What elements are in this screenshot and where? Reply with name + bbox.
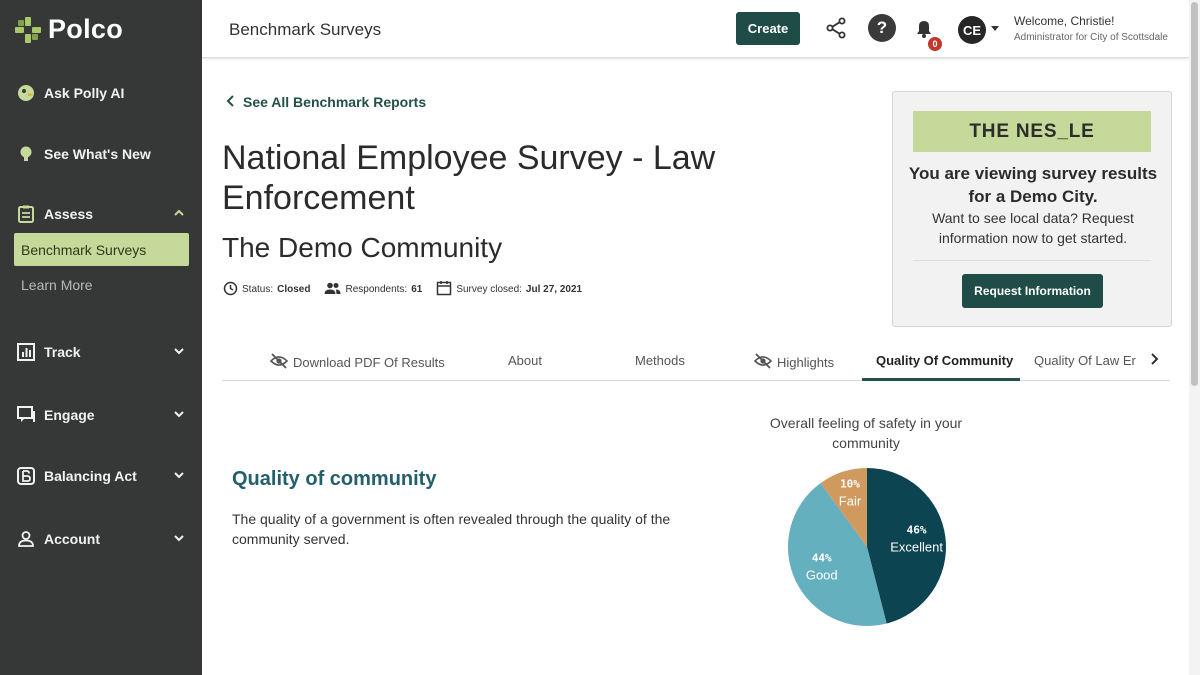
clipboard-icon: [16, 204, 36, 224]
polly-bird-icon: [16, 83, 36, 103]
survey-meta: Status: Closed Respondents: 61 Survey cl…: [223, 280, 596, 299]
chevron-down-icon: [172, 407, 186, 424]
chevron-down-icon: [172, 344, 186, 361]
status-meta: Status: Closed: [223, 281, 310, 299]
pie-category-label: Fair: [839, 494, 862, 509]
community-name: The Demo Community: [222, 232, 503, 263]
back-link[interactable]: See All Benchmark Reports: [226, 94, 426, 110]
sidebar-item-label: Balancing Act: [44, 468, 137, 484]
balancing-act-icon: [16, 466, 36, 486]
closed-label: Survey closed:: [456, 284, 522, 295]
create-button[interactable]: Create: [736, 12, 800, 45]
survey-title: National Employee Survey - Law Enforceme…: [222, 139, 716, 217]
sidebar-item-label: See What's New: [44, 146, 151, 162]
tab-label: Highlights: [777, 355, 835, 370]
chart-title: Overall feeling of safety in your commun…: [769, 415, 963, 451]
sidebar-item-label: Engage: [44, 407, 95, 423]
user-icon: [16, 529, 36, 549]
chat-icon: [16, 405, 36, 425]
sidebar-item-label: Ask Polly AI: [44, 85, 125, 101]
chevron-down-icon: [172, 531, 186, 548]
request-information-button[interactable]: Request Information: [962, 274, 1103, 308]
tab-label: Download PDF Of Results: [293, 355, 445, 370]
demo-body: Want to see local data? Request informat…: [932, 210, 1134, 246]
respondents-meta: Respondents: 61: [324, 282, 422, 298]
history-icon: [223, 281, 238, 299]
pie-category-label: Excellent: [890, 540, 943, 555]
tab-label: Quality Of Law Er: [1034, 353, 1136, 368]
eye-off-icon: [753, 353, 773, 372]
demo-notice-card: THE NES_LE You are viewing survey result…: [892, 91, 1172, 327]
welcome-text: Welcome, Christie!: [1014, 14, 1115, 28]
report-tabs: Download PDF Of Results About Methods Hi…: [222, 340, 1170, 381]
logo-text: Polco: [48, 14, 124, 44]
tab-methods[interactable]: Methods: [635, 353, 685, 368]
bar-chart-icon: [16, 342, 36, 362]
section-title: Quality of community: [232, 468, 437, 490]
sidebar-item-track[interactable]: Track: [16, 342, 188, 362]
tabs-scroll-right[interactable]: [1149, 353, 1159, 368]
sidebar-item-label: Account: [44, 531, 100, 547]
sidebar-item-ask-polly[interactable]: Ask Polly AI: [16, 83, 188, 103]
eye-off-icon: [269, 353, 289, 372]
tab-highlights[interactable]: Highlights: [753, 353, 835, 372]
user-role: Administrator for City of Scottsdale: [1014, 32, 1168, 43]
polco-logo-icon: [14, 16, 42, 44]
avatar[interactable]: CE: [958, 16, 986, 44]
section-description: The quality of a government is often rev…: [232, 511, 671, 547]
pie-category-label: Good: [806, 567, 838, 582]
notification-badge: 0: [928, 37, 942, 51]
status-value: Closed: [277, 284, 311, 295]
sidebar-subitem-learn-more[interactable]: Learn More: [21, 277, 93, 293]
closed-value: Jul 27, 2021: [525, 284, 583, 295]
demo-headline: You are viewing survey results for a Dem…: [908, 164, 1158, 206]
scrollbar-thumb[interactable]: [1191, 2, 1198, 386]
respondents-label: Respondents:: [345, 284, 408, 295]
sidebar-subitem-benchmark-surveys[interactable]: Benchmark Surveys: [14, 233, 189, 266]
sidebar-item-balancing-act[interactable]: Balancing Act: [16, 466, 188, 486]
scrollbar[interactable]: [1189, 0, 1200, 675]
sidebar-item-account[interactable]: Account: [16, 529, 188, 549]
tab-about[interactable]: About: [508, 353, 542, 368]
share-icon[interactable]: [824, 16, 848, 40]
status-label: Status:: [242, 284, 274, 295]
pie-value-label: 44%: [812, 551, 832, 564]
sidebar-item-label: Assess: [44, 206, 94, 222]
page-title: Benchmark Surveys: [229, 20, 382, 39]
demo-banner: THE NES_LE: [913, 111, 1151, 152]
respondents-value: 61: [411, 284, 423, 295]
back-link-label: See All Benchmark Reports: [243, 94, 427, 110]
tab-quality-of-law-enforcement[interactable]: Quality Of Law Er: [1034, 353, 1140, 368]
tab-quality-of-community[interactable]: Quality Of Community: [876, 353, 1013, 368]
lightbulb-icon: [16, 144, 36, 164]
chevron-left-icon: [226, 94, 236, 110]
tab-label: Methods: [635, 353, 685, 368]
divider: [913, 260, 1151, 261]
tab-label: Quality Of Community: [876, 353, 1014, 368]
polco-logo[interactable]: Polco: [14, 14, 123, 45]
active-tab-indicator: [862, 378, 1020, 381]
help-icon[interactable]: ?: [868, 14, 896, 42]
sidebar-item-label: Track: [44, 344, 81, 360]
chevron-up-icon: [172, 206, 186, 223]
chevron-right-icon: [1149, 353, 1159, 368]
caret-down-icon[interactable]: [991, 26, 999, 31]
sidebar-item-engage[interactable]: Engage: [16, 405, 188, 425]
tab-label: About: [508, 353, 542, 368]
chevron-down-icon: [172, 468, 186, 485]
tab-download-pdf[interactable]: Download PDF Of Results: [269, 353, 445, 372]
top-bar: Benchmark Surveys Create ? 0 CE Welcome,…: [202, 0, 1189, 58]
closed-meta: Survey closed: Jul 27, 2021: [436, 280, 582, 299]
pie-value-label: 46%: [907, 524, 927, 537]
pie-value-label: 10%: [840, 478, 860, 491]
safety-pie-chart: 46% Excellent 44% Good 10% Fair: [788, 468, 946, 626]
people-icon: [324, 282, 341, 298]
sidebar-item-whats-new[interactable]: See What's New: [16, 144, 188, 164]
sidebar-item-assess[interactable]: Assess: [16, 204, 188, 224]
sidebar: Polco Ask Polly AI See What's New Assess…: [0, 0, 202, 675]
calendar-icon: [436, 280, 452, 299]
